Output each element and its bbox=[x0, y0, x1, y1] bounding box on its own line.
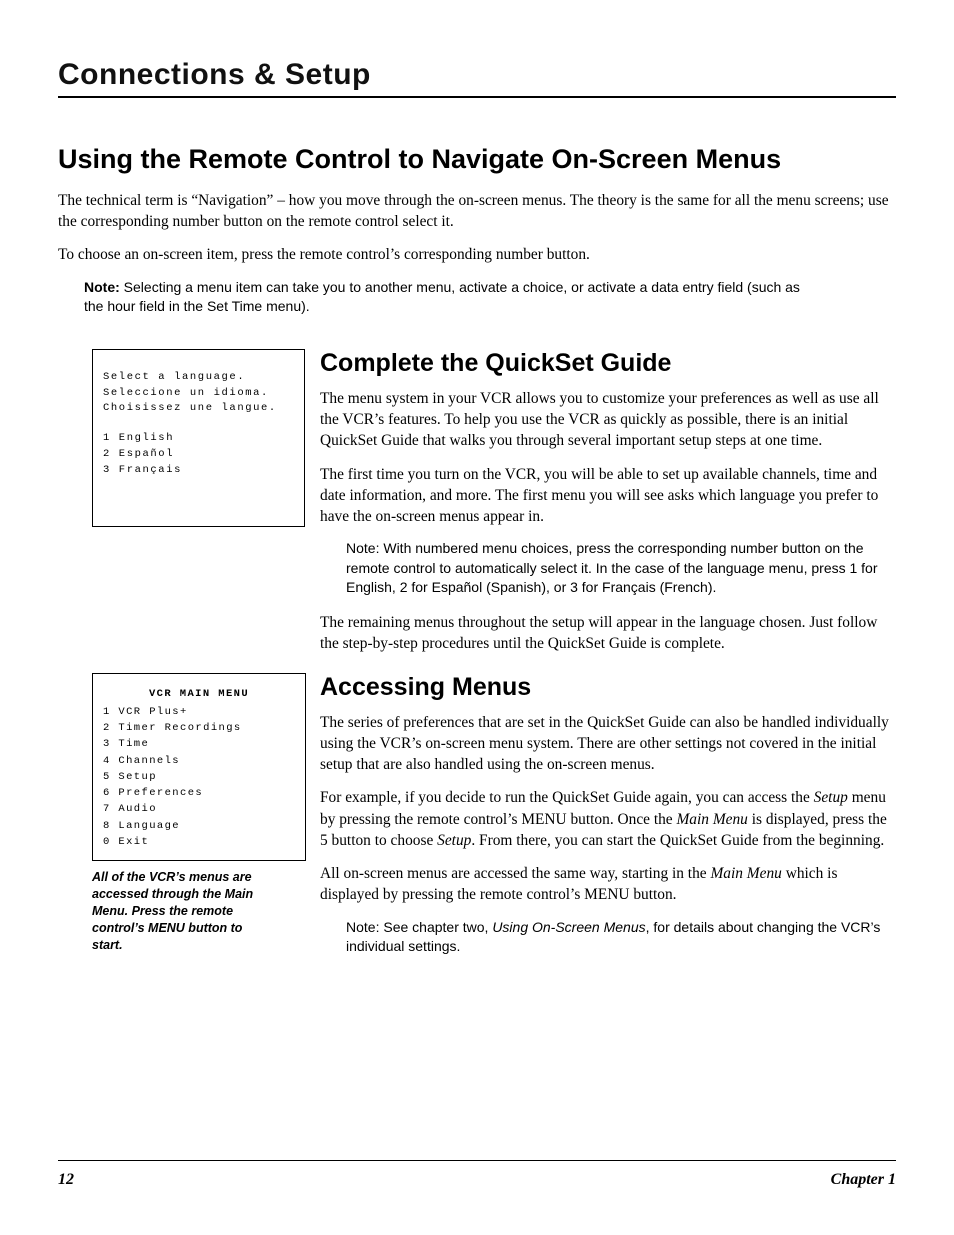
body-paragraph: The series of preferences that are set i… bbox=[320, 712, 896, 776]
body-paragraph: The remaining menus throughout the setup… bbox=[320, 612, 896, 655]
menu-item: 1 VCR Plus+ bbox=[103, 704, 295, 720]
language-screen-box: Select a language. Seleccione un idioma.… bbox=[92, 349, 305, 528]
lang-option: 3 Français bbox=[103, 463, 294, 479]
lang-option: 2 Español bbox=[103, 447, 294, 463]
menu-item: 8 Language bbox=[103, 818, 295, 834]
menu-item: 2 Timer Recordings bbox=[103, 720, 295, 736]
note-label: Note bbox=[346, 919, 376, 935]
main-menu-title: VCR MAIN MENU bbox=[103, 686, 295, 702]
note-label: Note: bbox=[84, 279, 120, 295]
body-paragraph: The first time you turn on the VCR, you … bbox=[320, 464, 896, 528]
body-paragraph: For example, if you decide to run the Qu… bbox=[320, 787, 896, 851]
note-text: Selecting a menu item can take you to an… bbox=[84, 279, 800, 315]
note-quickset: Note: With numbered menu choices, press … bbox=[346, 539, 896, 598]
body-paragraph: To choose an on-screen item, press the r… bbox=[58, 244, 896, 265]
note-accessing: Note: See chapter two, Using On-Screen M… bbox=[346, 918, 896, 957]
subsection-title-quickset: Complete the QuickSet Guide bbox=[320, 349, 896, 378]
body-paragraph: The menu system in your VCR allows you t… bbox=[320, 388, 896, 452]
page-number: 12 bbox=[58, 1171, 74, 1189]
lang-option: 1 English bbox=[103, 431, 294, 447]
lang-prompt-line: Seleccione un idioma. bbox=[103, 386, 294, 402]
note-selecting: Note: Selecting a menu item can take you… bbox=[84, 278, 896, 317]
page-footer: 12 Chapter 1 bbox=[58, 1160, 896, 1189]
menu-item: 7 Audio bbox=[103, 801, 295, 817]
main-menu-caption: All of the VCR’s menus are accessed thro… bbox=[92, 869, 274, 953]
menu-item: 0 Exit bbox=[103, 834, 295, 850]
lang-prompt-line: Select a language. bbox=[103, 370, 294, 386]
menu-item: 6 Preferences bbox=[103, 785, 295, 801]
menu-item: 3 Time bbox=[103, 736, 295, 752]
lang-prompt-line: Choisissez une langue. bbox=[103, 401, 294, 417]
chapter-title: Connections & Setup bbox=[58, 58, 896, 98]
main-menu-screen-box: VCR MAIN MENU 1 VCR Plus+ 2 Timer Record… bbox=[92, 673, 306, 862]
note-text: : With numbered menu choices, press the … bbox=[346, 540, 878, 595]
menu-item: 5 Setup bbox=[103, 769, 295, 785]
menu-item: 4 Channels bbox=[103, 753, 295, 769]
note-label: Note bbox=[346, 540, 376, 556]
subsection-title-accessing: Accessing Menus bbox=[320, 673, 896, 702]
footer-chapter: Chapter 1 bbox=[831, 1171, 896, 1189]
body-paragraph: All on-screen menus are accessed the sam… bbox=[320, 863, 896, 906]
section-title-remote: Using the Remote Control to Navigate On-… bbox=[58, 144, 896, 176]
body-paragraph: The technical term is “Navigation” – how… bbox=[58, 190, 896, 233]
